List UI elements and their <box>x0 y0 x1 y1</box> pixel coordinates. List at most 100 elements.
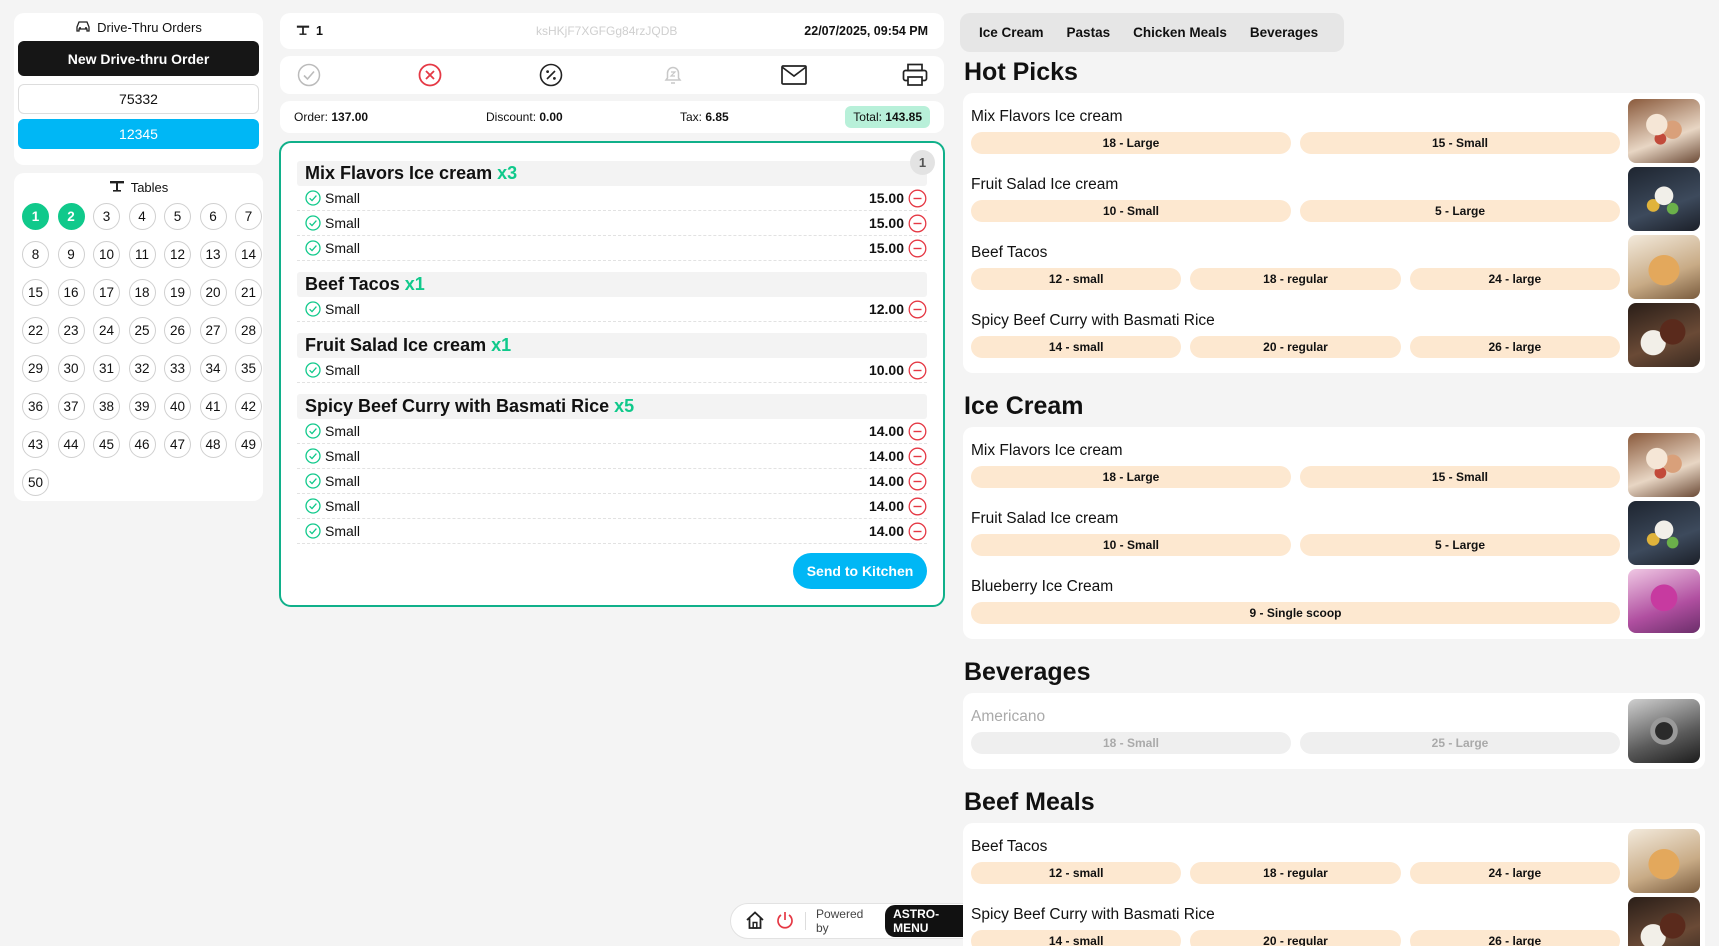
drive-thru-order-item[interactable]: 12345 <box>18 119 259 149</box>
remove-line-icon[interactable] <box>908 422 927 441</box>
tab-beverages[interactable]: Beverages <box>1250 25 1318 40</box>
table-button-31[interactable]: 31 <box>93 355 120 382</box>
table-button-48[interactable]: 48 <box>199 431 227 458</box>
table-button-14[interactable]: 14 <box>235 241 262 268</box>
table-button-28[interactable]: 28 <box>235 317 262 344</box>
print-button[interactable] <box>900 60 930 90</box>
product-option-button[interactable]: 15 - Small <box>1300 132 1620 154</box>
table-button-45[interactable]: 45 <box>93 431 120 458</box>
table-button-12[interactable]: 12 <box>164 241 191 268</box>
table-button-36[interactable]: 36 <box>22 393 49 420</box>
table-button-20[interactable]: 20 <box>199 279 227 306</box>
product-option-button[interactable]: 5 - Large <box>1300 534 1620 556</box>
table-button-35[interactable]: 35 <box>235 355 262 382</box>
remove-line-icon[interactable] <box>908 472 927 491</box>
table-button-47[interactable]: 47 <box>164 431 191 458</box>
product-option-button[interactable]: 14 - small <box>971 930 1182 946</box>
product-option-button[interactable]: 15 - Small <box>1300 466 1620 488</box>
table-button-21[interactable]: 21 <box>235 279 262 306</box>
table-button-10[interactable]: 10 <box>93 241 120 268</box>
product-option-button[interactable]: 18 - regular <box>1190 862 1401 884</box>
remove-line-icon[interactable] <box>908 300 927 319</box>
table-button-9[interactable]: 9 <box>57 241 85 268</box>
table-button-42[interactable]: 42 <box>235 393 262 420</box>
table-button-38[interactable]: 38 <box>93 393 120 420</box>
home-icon[interactable] <box>745 910 765 933</box>
tab-chicken-meals[interactable]: Chicken Meals <box>1133 25 1227 40</box>
discount-button[interactable] <box>536 60 566 90</box>
power-icon[interactable] <box>775 910 795 933</box>
table-button-44[interactable]: 44 <box>57 431 85 458</box>
table-button-16[interactable]: 16 <box>57 279 85 306</box>
remove-line-icon[interactable] <box>908 361 927 380</box>
bell-snooze-icon <box>664 66 682 84</box>
product-option-button[interactable]: 26 - large <box>1409 336 1620 358</box>
table-button-19[interactable]: 19 <box>164 279 191 306</box>
product-option-button[interactable]: 10 - Small <box>971 534 1291 556</box>
drive-thru-order-item[interactable]: 75332 <box>18 84 259 114</box>
table-button-23[interactable]: 23 <box>57 317 85 344</box>
product-option-button[interactable]: 5 - Large <box>1300 200 1620 222</box>
table-button-33[interactable]: 33 <box>164 355 191 382</box>
table-button-4[interactable]: 4 <box>128 203 156 230</box>
table-button-7[interactable]: 7 <box>235 203 262 230</box>
table-button-22[interactable]: 22 <box>22 317 49 344</box>
table-button-29[interactable]: 29 <box>22 355 49 382</box>
table-button-11[interactable]: 11 <box>128 241 156 268</box>
remove-line-icon[interactable] <box>908 214 927 233</box>
product-option-button[interactable]: 18 - Large <box>971 466 1291 488</box>
product-option-button[interactable]: 20 - regular <box>1190 336 1401 358</box>
remove-line-icon[interactable] <box>908 447 927 466</box>
table-button-41[interactable]: 41 <box>199 393 227 420</box>
table-button-17[interactable]: 17 <box>93 279 120 306</box>
table-button-24[interactable]: 24 <box>93 317 120 344</box>
table-button-5[interactable]: 5 <box>164 203 191 230</box>
product-option-button[interactable]: 20 - regular <box>1190 930 1401 946</box>
table-button-34[interactable]: 34 <box>199 355 227 382</box>
product-option-button[interactable]: 18 - regular <box>1190 268 1401 290</box>
table-button-49[interactable]: 49 <box>235 431 262 458</box>
table-button-1[interactable]: 1 <box>22 203 49 230</box>
product-option-button[interactable]: 14 - small <box>971 336 1182 358</box>
product-option-button[interactable]: 10 - Small <box>971 200 1291 222</box>
send-to-kitchen-button[interactable]: Send to Kitchen <box>793 553 927 589</box>
confirm-order-button[interactable] <box>294 60 324 90</box>
table-button-27[interactable]: 27 <box>199 317 227 344</box>
product-option-button[interactable]: 25 - Large <box>1300 732 1620 754</box>
table-button-30[interactable]: 30 <box>57 355 85 382</box>
remove-line-icon[interactable] <box>908 497 927 516</box>
table-button-26[interactable]: 26 <box>164 317 191 344</box>
table-button-3[interactable]: 3 <box>93 203 120 230</box>
cancel-order-button[interactable] <box>415 60 445 90</box>
new-drive-thru-order-button[interactable]: New Drive-thru Order <box>18 41 259 76</box>
product-option-button[interactable]: 26 - large <box>1409 930 1620 946</box>
table-button-32[interactable]: 32 <box>128 355 156 382</box>
table-button-13[interactable]: 13 <box>199 241 227 268</box>
product-option-button[interactable]: 12 - small <box>971 268 1182 290</box>
table-button-46[interactable]: 46 <box>128 431 156 458</box>
table-button-6[interactable]: 6 <box>199 203 227 230</box>
table-button-40[interactable]: 40 <box>164 393 191 420</box>
remove-line-icon[interactable] <box>908 522 927 541</box>
table-button-43[interactable]: 43 <box>22 431 49 458</box>
table-button-25[interactable]: 25 <box>128 317 156 344</box>
remove-line-icon[interactable] <box>908 189 927 208</box>
product-option-button[interactable]: 9 - Single scoop <box>971 602 1620 624</box>
table-button-37[interactable]: 37 <box>57 393 85 420</box>
product-option-button[interactable]: 18 - Small <box>971 732 1291 754</box>
snooze-button[interactable] <box>658 60 688 90</box>
tab-ice-cream[interactable]: Ice Cream <box>979 25 1044 40</box>
remove-line-icon[interactable] <box>908 239 927 258</box>
tab-pastas[interactable]: Pastas <box>1067 25 1111 40</box>
email-button[interactable] <box>779 60 809 90</box>
product-option-button[interactable]: 12 - small <box>971 862 1182 884</box>
product-option-button[interactable]: 18 - Large <box>971 132 1291 154</box>
table-button-15[interactable]: 15 <box>22 279 49 306</box>
table-button-8[interactable]: 8 <box>22 241 49 268</box>
product-option-button[interactable]: 24 - large <box>1409 268 1620 290</box>
table-button-39[interactable]: 39 <box>128 393 156 420</box>
table-button-18[interactable]: 18 <box>128 279 156 306</box>
product-option-button[interactable]: 24 - large <box>1409 862 1620 884</box>
table-button-50[interactable]: 50 <box>22 469 49 496</box>
table-button-2[interactable]: 2 <box>57 203 85 230</box>
